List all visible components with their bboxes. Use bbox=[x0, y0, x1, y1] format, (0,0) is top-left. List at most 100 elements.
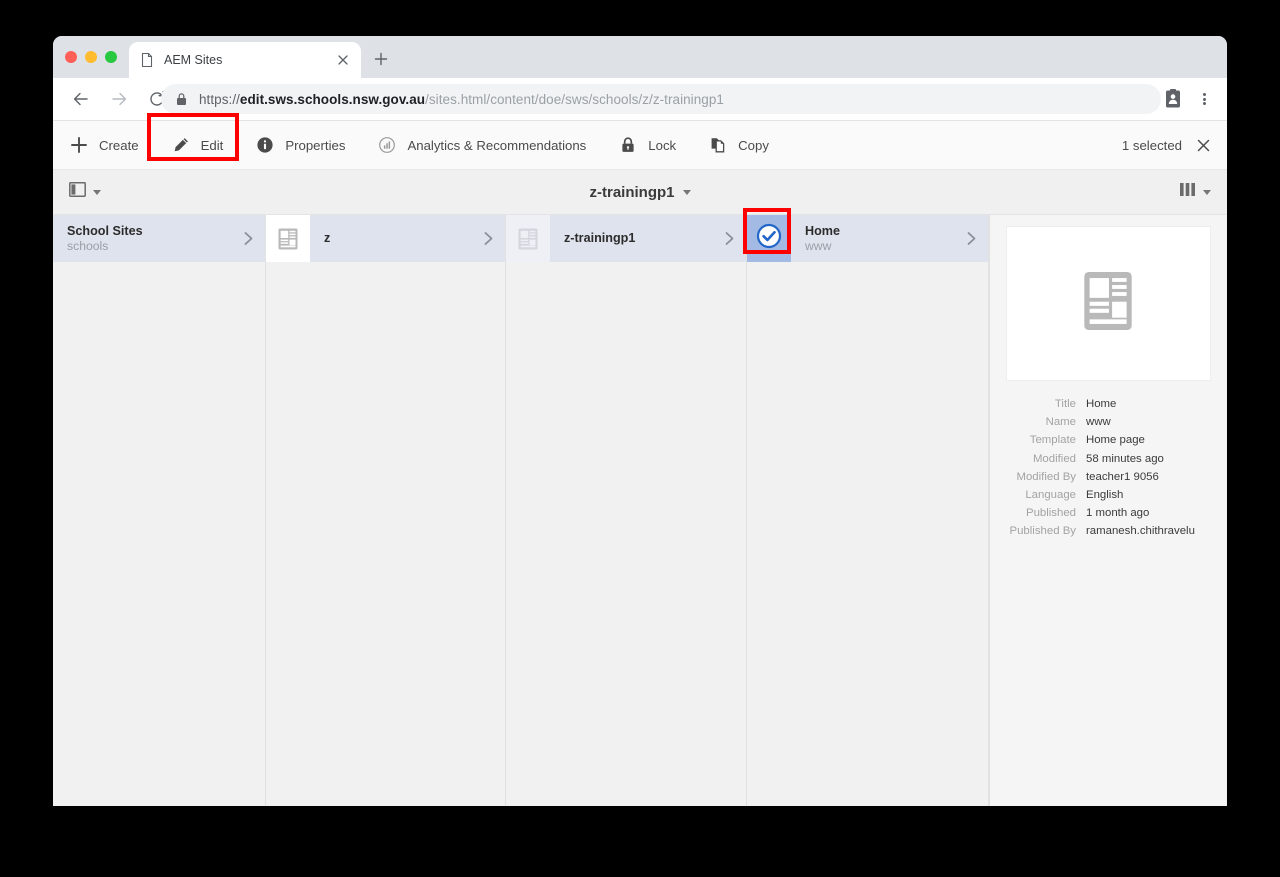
padlock-icon bbox=[618, 135, 638, 155]
url-text: https://edit.sws.schools.nsw.gov.au/site… bbox=[199, 92, 724, 107]
close-window-button[interactable] bbox=[65, 51, 77, 63]
analytics-icon bbox=[377, 135, 397, 155]
window-traffic-lights bbox=[65, 51, 117, 63]
metadata-row: Published By ramanesh.chithravelu bbox=[990, 524, 1208, 539]
metadata-value: 1 month ago bbox=[1086, 507, 1150, 520]
metadata-row: Published 1 month ago bbox=[990, 506, 1208, 521]
copy-icon bbox=[708, 135, 728, 155]
new-tab-button[interactable] bbox=[371, 49, 391, 69]
item-text: School Sites schools bbox=[53, 215, 231, 262]
list-item-subtitle: www bbox=[805, 238, 832, 253]
page-layout-icon bbox=[516, 227, 540, 251]
column-home: Home www bbox=[747, 215, 989, 806]
item-thumbnail bbox=[506, 215, 550, 262]
analytics-recommendations-button[interactable]: Analytics & Recommendations bbox=[361, 121, 602, 169]
item-thumbnail bbox=[266, 215, 310, 262]
menu-dot bbox=[1202, 102, 1206, 105]
metadata-label: Modified bbox=[1032, 452, 1076, 465]
view-switcher-button[interactable] bbox=[1179, 182, 1211, 202]
column-z: z bbox=[266, 215, 506, 806]
list-item[interactable]: Home www bbox=[747, 215, 988, 262]
menu-dot bbox=[1202, 97, 1206, 101]
menu-dot bbox=[1202, 93, 1206, 96]
metadata-row: Modified 58 minutes ago bbox=[990, 452, 1208, 467]
browser-tab-strip: AEM Sites bbox=[53, 36, 1227, 78]
maximize-window-button[interactable] bbox=[105, 51, 117, 63]
metadata-label: Language bbox=[1025, 489, 1076, 502]
metadata-value: www bbox=[1086, 416, 1111, 429]
arrow-left-icon[interactable] bbox=[67, 85, 95, 113]
page-icon bbox=[139, 52, 155, 68]
close-icon[interactable] bbox=[1196, 138, 1211, 153]
chevron-right-icon bbox=[231, 215, 265, 262]
copy-button[interactable]: Copy bbox=[692, 121, 785, 169]
aem-sites-app: Create Edit Properties Analytics & Recom… bbox=[53, 120, 1227, 806]
minimize-window-button[interactable] bbox=[85, 51, 97, 63]
metadata-value: teacher1 9056 bbox=[1086, 470, 1159, 483]
create-label: Create bbox=[99, 137, 139, 153]
edit-button[interactable]: Edit bbox=[155, 121, 240, 169]
browser-window: AEM Sites https://edit.sws.schools.nsw.g… bbox=[53, 36, 1227, 806]
metadata-label: Published bbox=[1025, 507, 1076, 520]
url-input[interactable]: https://edit.sws.schools.nsw.gov.au/site… bbox=[161, 84, 1161, 114]
profile-card-icon[interactable] bbox=[1161, 87, 1185, 111]
url-domain: edit.sws.schools.nsw.gov.au bbox=[239, 91, 426, 107]
breadcrumb[interactable]: z-trainingp1 bbox=[53, 184, 1227, 201]
list-item[interactable]: z bbox=[266, 215, 505, 262]
chevron-down-icon bbox=[1203, 189, 1211, 195]
chevron-right-icon bbox=[471, 215, 505, 262]
metadata-row: Template Home page bbox=[990, 433, 1208, 448]
item-text: z-trainingp1 bbox=[550, 215, 712, 262]
plus-icon bbox=[69, 135, 89, 155]
edit-label: Edit bbox=[200, 137, 224, 153]
browser-tab[interactable]: AEM Sites bbox=[129, 42, 361, 78]
lock-button[interactable]: Lock bbox=[602, 121, 692, 169]
column-z-trainingp1: z-trainingp1 bbox=[506, 215, 747, 806]
metadata-row: Language English bbox=[990, 488, 1208, 503]
metadata-value: English bbox=[1086, 489, 1124, 502]
item-text: Home www bbox=[791, 215, 954, 262]
column-view-icon bbox=[1179, 182, 1196, 202]
item-selection-checkbox[interactable] bbox=[747, 215, 791, 262]
check-circle-icon bbox=[756, 223, 782, 254]
create-button[interactable]: Create bbox=[53, 121, 155, 169]
metadata-row: Title Home bbox=[990, 397, 1208, 412]
page-layout-icon bbox=[1079, 266, 1137, 341]
metadata-row: Name www bbox=[990, 415, 1208, 430]
metadata-value: Home page bbox=[1086, 434, 1145, 447]
page-layout-icon bbox=[276, 227, 300, 251]
list-item-title: School Sites bbox=[67, 223, 143, 238]
detail-rail: Title Home Name www Template Home page M… bbox=[989, 215, 1226, 806]
metadata-value: ramanesh.chithravelu bbox=[1086, 525, 1195, 538]
analytics-recommendations-label: Analytics & Recommendations bbox=[407, 137, 587, 153]
detail-thumbnail bbox=[1005, 226, 1211, 381]
action-toolbar: Create Edit Properties Analytics & Recom… bbox=[53, 121, 1227, 170]
metadata-row: Modified By teacher1 9056 bbox=[990, 470, 1208, 485]
chevron-down-icon bbox=[682, 189, 691, 195]
list-item-title: z-trainingp1 bbox=[564, 231, 636, 245]
detail-metadata: Title Home Name www Template Home page M… bbox=[990, 397, 1226, 540]
breadcrumb-bar: z-trainingp1 bbox=[53, 170, 1227, 215]
selection-status: 1 selected bbox=[1122, 121, 1211, 169]
metadata-label: Published By bbox=[1009, 525, 1077, 538]
url-scheme: https:// bbox=[199, 91, 240, 107]
close-icon[interactable] bbox=[335, 52, 351, 68]
column-school-sites: School Sites schools bbox=[53, 215, 266, 806]
properties-label: Properties bbox=[285, 137, 346, 153]
lock-label: Lock bbox=[648, 137, 677, 153]
browser-address-bar: https://edit.sws.schools.nsw.gov.au/site… bbox=[53, 78, 1227, 120]
metadata-value: Home bbox=[1086, 398, 1117, 410]
list-item[interactable]: School Sites schools bbox=[53, 215, 265, 262]
chevron-right-icon bbox=[712, 215, 746, 262]
column-browser: School Sites schools z z-trainingp1 Home… bbox=[53, 215, 1227, 806]
properties-button[interactable]: Properties bbox=[239, 121, 361, 169]
copy-label: Copy bbox=[738, 137, 769, 153]
pencil-icon bbox=[171, 135, 191, 155]
item-text: z bbox=[310, 215, 471, 262]
arrow-right-icon[interactable] bbox=[105, 85, 133, 113]
metadata-label: Name bbox=[1045, 416, 1076, 429]
kebab-menu-icon[interactable] bbox=[1193, 87, 1215, 111]
list-item[interactable]: z-trainingp1 bbox=[506, 215, 746, 262]
url-path: /sites.html/content/doe/sws/schools/z/z-… bbox=[425, 91, 724, 107]
metadata-value: 58 minutes ago bbox=[1086, 452, 1164, 465]
